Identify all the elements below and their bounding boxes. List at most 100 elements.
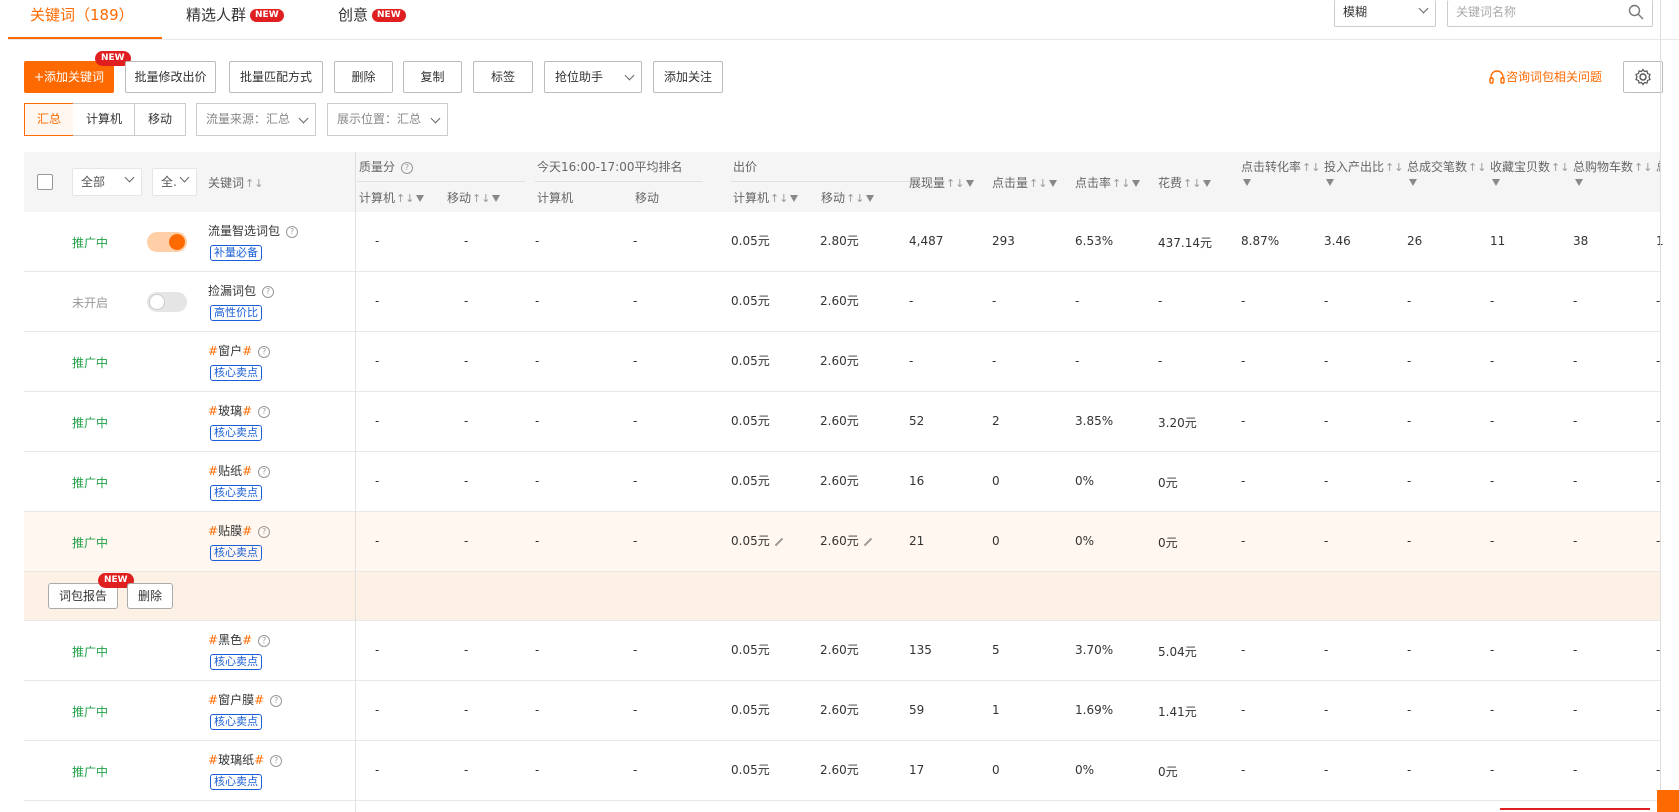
help-icon[interactable]: ? xyxy=(270,754,283,767)
cell-value: - xyxy=(1490,534,1495,548)
sort-icon[interactable]: ↑↓ xyxy=(770,192,788,205)
col-cost[interactable]: 花费↑↓ xyxy=(1158,174,1212,191)
sort-icon[interactable]: ↑↓ xyxy=(1029,177,1047,190)
sort-icon[interactable]: ↑↓ xyxy=(1385,161,1403,174)
sort-icon[interactable]: ↑↓ xyxy=(245,177,263,190)
table-row[interactable]: 推广中 #玻璃#? 核心卖点 - - - - 0.05元 2.60元 52 2 3.85% 3.20元 -… xyxy=(24,392,1661,452)
status-toggle[interactable] xyxy=(147,232,187,252)
sort-icon[interactable]: ↑↓ xyxy=(1302,161,1320,174)
table-row[interactable]: 推广中 #贴膜#? 核心卖点 - - - -0.05元 2.60元 21 0 0% 0元 - - - - - - xyxy=(24,512,1661,572)
table-row[interactable]: 推广中 #黑色#? 核心卖点 - - - - 0.05元 2.60元 135 5 3.70% 5.04元… xyxy=(24,621,1661,681)
col-favorites[interactable]: 收藏宝贝数↑↓ xyxy=(1490,158,1569,189)
filter-icon[interactable] xyxy=(1203,180,1212,187)
keyword-tag: 核心卖点 xyxy=(210,425,262,441)
filter-icon[interactable] xyxy=(866,195,875,202)
batch-match-button[interactable]: 批量匹配方式 xyxy=(229,61,323,93)
filter-icon[interactable] xyxy=(1132,180,1141,187)
cell-value: 59 xyxy=(909,703,925,717)
table-row[interactable]: 推广中 #玻璃纸#? 核心卖点 - - - -0.05元 2.60元 17 0 0% 0元 - - - - - - xyxy=(24,741,1661,801)
consult-link[interactable]: 咨询词包相关问题 xyxy=(1488,68,1602,87)
sort-icon[interactable]: ↑↓ xyxy=(396,192,414,205)
floating-widget[interactable] xyxy=(1657,790,1679,812)
traffic-source-dropdown[interactable]: 流量来源：汇总 xyxy=(196,103,316,136)
cell-orders: - xyxy=(1407,474,1411,488)
col-bid-mobile[interactable]: 移动↑↓ xyxy=(821,189,875,206)
col-keyword[interactable]: 关键词↑↓ xyxy=(208,174,263,191)
help-icon[interactable]: ? xyxy=(270,694,283,707)
status-toggle[interactable] xyxy=(147,292,187,312)
row-delete-button[interactable]: 删除 xyxy=(127,583,173,609)
tab-creative[interactable]: 创意 NEW xyxy=(338,4,406,25)
help-icon[interactable]: ? xyxy=(262,285,275,298)
sort-icon[interactable]: ↑↓ xyxy=(1468,161,1486,174)
help-icon[interactable]: ? xyxy=(286,225,299,238)
table-row[interactable]: 推广中 #窗户膜#? 核心卖点 - - - - 0.05元 2.60元 59 1 1.69% 1.41元… xyxy=(24,681,1661,741)
cell-clk: 2 xyxy=(992,414,1000,428)
sort-icon[interactable]: ↑↓ xyxy=(1183,177,1201,190)
match-type-select[interactable]: 模糊 xyxy=(1334,0,1436,27)
tab-keywords[interactable]: 关键词（189） xyxy=(30,4,134,25)
help-icon[interactable]: ? xyxy=(258,465,271,478)
col-impressions[interactable]: 展现量↑↓ xyxy=(909,174,975,191)
edit-pencil-icon[interactable] xyxy=(774,537,783,546)
status-filter-select[interactable]: 全部 xyxy=(72,168,142,196)
sort-icon[interactable]: ↑↓ xyxy=(1551,161,1569,174)
sort-icon[interactable]: ↑↓ xyxy=(946,177,964,190)
settings-button[interactable] xyxy=(1623,61,1663,93)
col-cart[interactable]: 总购物车数↑↓ xyxy=(1573,158,1652,189)
filter-icon[interactable] xyxy=(1326,179,1334,186)
display-position-dropdown[interactable]: 展示位置：汇总 xyxy=(327,103,448,136)
tab-audience[interactable]: 精选人群 NEW xyxy=(186,4,284,25)
search-icon[interactable] xyxy=(1628,4,1644,20)
rank-helper-dropdown[interactable]: 抢位助手 xyxy=(544,61,642,93)
cell-value: - xyxy=(1407,294,1412,308)
help-icon[interactable]: ? xyxy=(258,405,271,418)
segment-mobile[interactable]: 移动 xyxy=(134,103,186,136)
batch-bid-button[interactable]: 批量修改出价 xyxy=(125,61,216,93)
sort-icon[interactable]: ↑↓ xyxy=(1634,161,1652,174)
table-row[interactable]: 未开启 捡漏词包? 高性价比 - - - -0.05元 2.60元 - - - - - - - - - - xyxy=(24,272,1661,332)
keyword-search-input[interactable]: 关键词名称 xyxy=(1447,0,1653,27)
col-quality-label: 质量分 xyxy=(359,160,396,174)
col-cvr[interactable]: 点击转化率↑↓ xyxy=(1241,158,1320,189)
filter-icon[interactable] xyxy=(966,180,975,187)
help-icon[interactable]: ? xyxy=(401,161,414,174)
filter-icon[interactable] xyxy=(416,195,425,202)
help-icon[interactable]: ? xyxy=(258,525,271,538)
copy-button[interactable]: 复制 xyxy=(403,61,462,93)
cell-value: 0元 xyxy=(1158,536,1178,550)
help-icon[interactable]: ? xyxy=(258,634,271,647)
sort-icon[interactable]: ↑↓ xyxy=(1112,177,1130,190)
filter-icon[interactable] xyxy=(1575,179,1583,186)
table-row[interactable]: 推广中 #贴纸#? 核心卖点 - - - -0.05元 2.60元 16 0 0% 0元 - - - - - - xyxy=(24,452,1661,512)
cell-bid-pc[interactable]: 0.05元 xyxy=(731,532,784,549)
filter-icon[interactable] xyxy=(1492,179,1500,186)
table-row[interactable]: 推广中 #窗户#? 核心卖点 - - - -0.05元 2.60元 - - - - - - - - - - xyxy=(24,332,1661,392)
filter-icon[interactable] xyxy=(492,195,501,202)
sort-icon[interactable]: ↑↓ xyxy=(846,192,864,205)
col-clicks[interactable]: 点击量↑↓ xyxy=(992,174,1058,191)
col-ctr[interactable]: 点击率↑↓ xyxy=(1075,174,1141,191)
col-roi[interactable]: 投入产出比↑↓ xyxy=(1324,158,1403,189)
filter-icon[interactable] xyxy=(1243,179,1251,186)
select-all-checkbox[interactable] xyxy=(37,174,53,190)
tag-button[interactable]: 标签 xyxy=(473,61,533,93)
col-quality-mobile[interactable]: 移动↑↓ xyxy=(447,189,501,206)
delete-button[interactable]: 删除 xyxy=(334,61,393,93)
edit-pencil-icon[interactable] xyxy=(863,537,872,546)
sort-icon[interactable]: ↑↓ xyxy=(472,192,490,205)
cell-value: 0% xyxy=(1075,474,1095,488)
cell-bid-m[interactable]: 2.60元 xyxy=(820,532,873,549)
filter-icon[interactable] xyxy=(1409,179,1417,186)
table-row[interactable]: 推广中 流量智选词包? 补量必备 - - - - 0.05元 2.80元 4,487 293 6.53… xyxy=(24,212,1664,272)
filter-icon[interactable] xyxy=(1049,180,1058,187)
col-bid-pc[interactable]: 计算机↑↓ xyxy=(733,189,799,206)
segment-summary[interactable]: 汇总 xyxy=(24,103,74,136)
filter-icon[interactable] xyxy=(790,195,799,202)
type-filter-select[interactable]: 全. xyxy=(152,168,197,196)
segment-pc[interactable]: 计算机 xyxy=(73,103,135,136)
help-icon[interactable]: ? xyxy=(258,345,271,358)
col-orders[interactable]: 总成交笔数↑↓ xyxy=(1407,158,1486,189)
col-quality-pc[interactable]: 计算机↑↓ xyxy=(359,189,425,206)
add-follow-button[interactable]: 添加关注 xyxy=(653,61,723,93)
